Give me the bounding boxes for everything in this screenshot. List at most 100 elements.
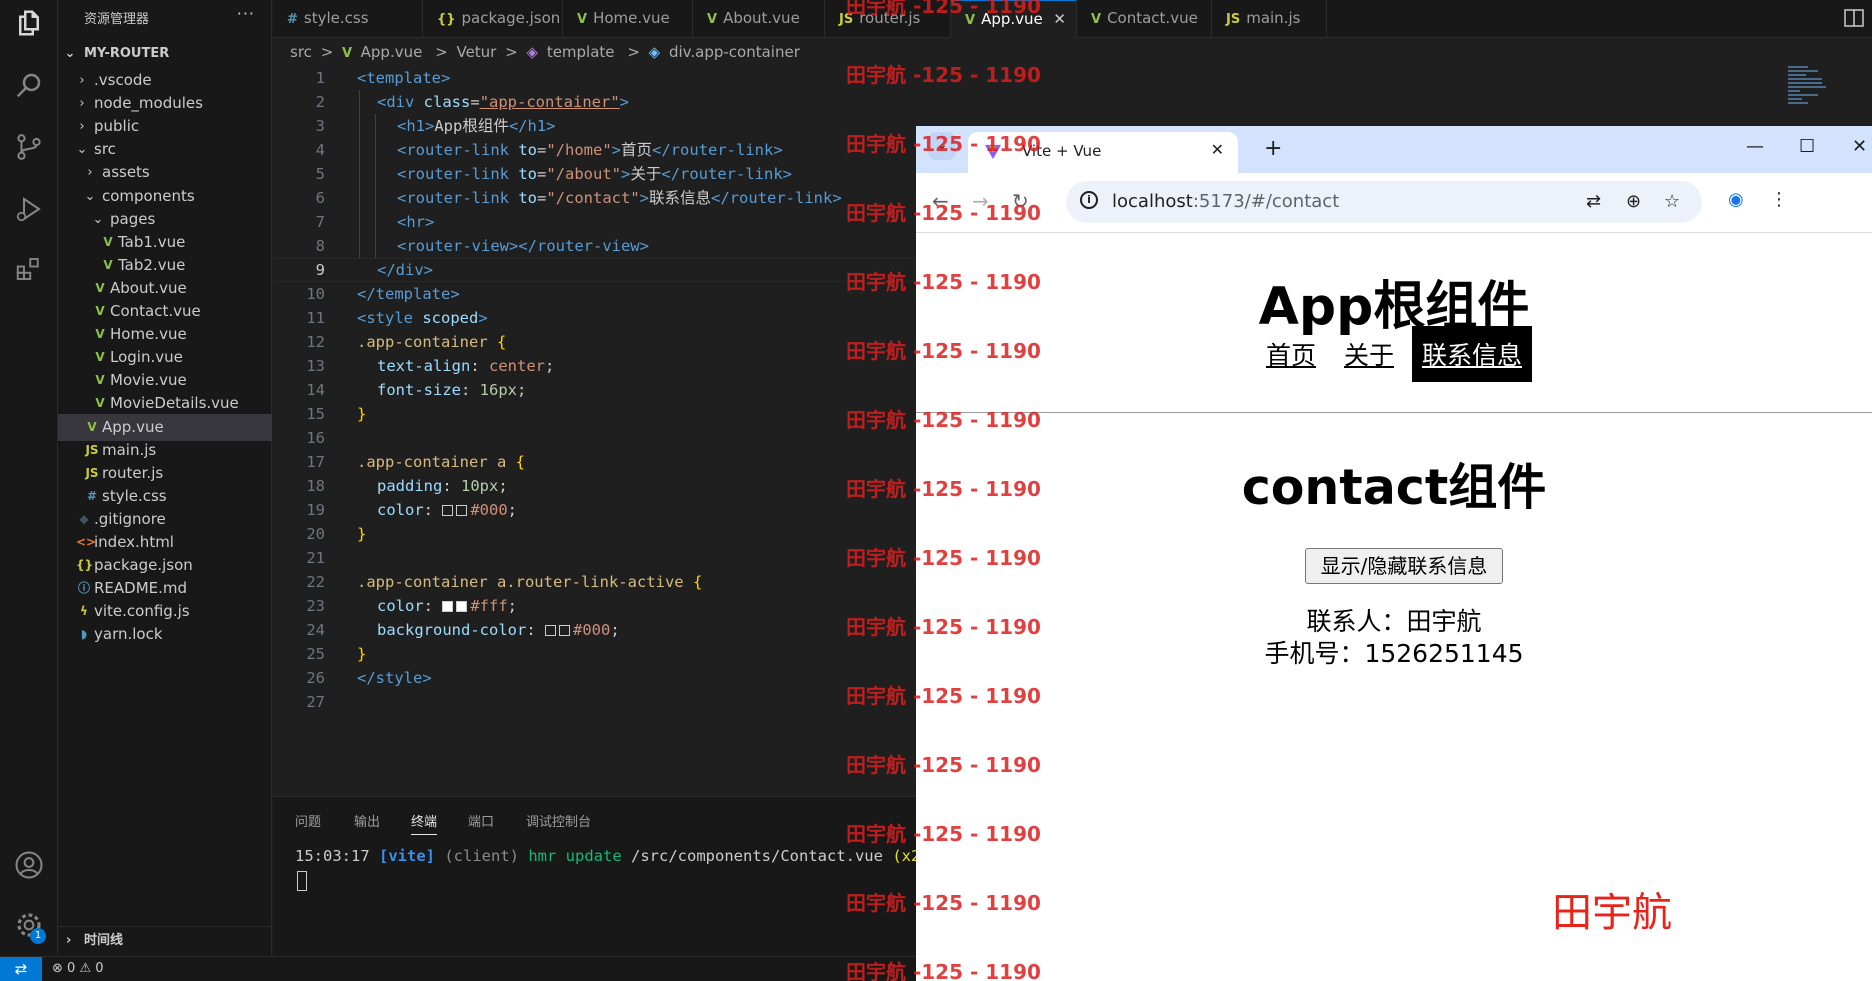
- divider: [916, 412, 1872, 413]
- nav-link-home[interactable]: 首页: [1256, 326, 1326, 382]
- menu-icon[interactable]: ⋮: [1770, 189, 1788, 210]
- tab-output[interactable]: 输出: [354, 811, 380, 830]
- remote-indicator[interactable]: ⇄: [0, 957, 42, 981]
- file-type-icon: #: [287, 12, 298, 27]
- close-tab-icon[interactable]: ✕: [1053, 1, 1066, 38]
- code-line-3: <h1>App根组件</h1>: [397, 117, 556, 135]
- code-line-18: padding: 10px;: [377, 477, 508, 495]
- source-control-icon[interactable]: [14, 132, 44, 162]
- editor-tab-label: Home.vue: [593, 9, 670, 27]
- maximize-icon[interactable]: ☐: [1799, 136, 1815, 157]
- breadcrumb-src[interactable]: src: [290, 43, 312, 61]
- project-root[interactable]: ⌄ MY-ROUTER: [58, 40, 272, 67]
- watermark-text: 田宇航 -125 - 1190: [846, 477, 1041, 501]
- code-line-6: <router-link to="/contact">联系信息</router-…: [397, 189, 842, 207]
- extensions-icon[interactable]: [14, 254, 44, 284]
- tab-problems[interactable]: 问题: [295, 811, 321, 830]
- code-editor[interactable]: 1 2 3 4 5 6 7 8 9 10 11 12 13 14 15 16 17 18 19 20 21 22 23 24 2…: [273, 66, 916, 796]
- minimize-icon[interactable]: —: [1746, 136, 1764, 157]
- search-icon[interactable]: [14, 70, 44, 100]
- line-number: 21: [306, 549, 325, 567]
- breadcrumb-file[interactable]: V App.vue: [342, 43, 426, 61]
- code-line-11: <style scoped>: [357, 309, 488, 327]
- nav-link-about[interactable]: 关于: [1334, 326, 1404, 382]
- line-number: 9: [315, 261, 325, 279]
- line-number: 25: [306, 645, 325, 663]
- tab-debug-console[interactable]: 调试控制台: [526, 811, 591, 830]
- watermark-text: 田宇航 -125 - 1190: [846, 0, 1041, 18]
- address-bar[interactable]: i localhost:5173/#/contact ⇄ ⊕ ☆: [1066, 181, 1702, 223]
- watermark-text: 田宇航 -125 - 1190: [846, 339, 1041, 363]
- file-type-icon: V: [707, 12, 718, 27]
- close-window-icon[interactable]: ✕: [1852, 136, 1867, 157]
- watermark-text: 田宇航 -125 - 1190: [846, 546, 1041, 570]
- watermark-text: 田宇航 -125 - 1190: [846, 960, 1041, 981]
- current-line-highlight: [273, 258, 916, 282]
- color-swatch[interactable]: [544, 625, 556, 636]
- editor-tab[interactable]: JS main.js: [1212, 0, 1327, 38]
- site-info-icon[interactable]: i: [1080, 191, 1098, 209]
- editor-tab[interactable]: V About.vue: [693, 0, 825, 38]
- editor-tab[interactable]: {} package.json: [423, 0, 563, 38]
- tab-ports[interactable]: 端口: [468, 811, 494, 830]
- color-swatch[interactable]: [442, 505, 454, 516]
- watermark-text: 田宇航 -125 - 1190: [846, 822, 1041, 846]
- explorer-icon[interactable]: [14, 8, 44, 38]
- breadcrumb-template[interactable]: ◈ template: [527, 43, 619, 61]
- nav-link-contact[interactable]: 联系信息: [1411, 326, 1532, 382]
- line-number: 20: [306, 525, 325, 543]
- terminal-panel: 问题 输出 终端 端口 调试控制台 15:03:17 [vite] (clien…: [273, 796, 930, 956]
- line-number: 22: [306, 573, 325, 591]
- editor-tab[interactable]: # style.css: [273, 0, 423, 38]
- problems-status[interactable]: ⊗ 0 ⚠ 0: [52, 957, 104, 981]
- router-nav: 首页 关于 联系信息: [916, 326, 1872, 382]
- tab-terminal[interactable]: 终端: [411, 811, 438, 835]
- watermark-text: 田宇航 -125 - 1190: [846, 408, 1041, 432]
- breadcrumb-vetur[interactable]: Vetur: [456, 43, 496, 61]
- code-line-23: color: #fff;: [377, 597, 518, 615]
- run-debug-icon[interactable]: [14, 194, 44, 224]
- status-bar: ⇄ ⊗ 0 ⚠ 0: [0, 956, 916, 981]
- minimap[interactable]: [1788, 66, 1848, 126]
- toggle-contact-button[interactable]: 显示/隐藏联系信息: [1305, 548, 1503, 584]
- watermark-text: 田宇航 -125 - 1190: [846, 684, 1041, 708]
- code-line-1: <template>: [357, 69, 451, 87]
- code-line-4: <router-link to="/home">首页</router-link>: [397, 141, 783, 159]
- breadcrumb-element[interactable]: ◈ div.app-container: [649, 43, 804, 61]
- line-number: 14: [306, 381, 325, 399]
- activity-bar: 1: [0, 0, 58, 981]
- line-number: 24: [306, 621, 325, 639]
- more-actions-icon[interactable]: ···: [237, 4, 255, 23]
- url-text: localhost:5173/#/contact: [1112, 191, 1340, 212]
- close-tab-icon[interactable]: ✕: [1211, 140, 1224, 159]
- editor-tab[interactable]: V Home.vue: [563, 0, 693, 38]
- editor-tab-label: Contact.vue: [1107, 9, 1198, 27]
- zoom-icon[interactable]: ⊕: [1626, 191, 1641, 212]
- error-icon: ⊗: [52, 961, 63, 976]
- file-type-icon: {}: [437, 12, 456, 27]
- line-number: 12: [306, 333, 325, 351]
- code-line-24: background-color: #000;: [377, 621, 620, 639]
- line-number: 3: [315, 117, 325, 135]
- contact-name: 联系人：田宇航: [1306, 607, 1482, 636]
- component-heading: contact组件: [1241, 459, 1547, 516]
- color-swatch[interactable]: [442, 601, 454, 612]
- timeline-label: 时间线: [84, 933, 124, 948]
- code-line-8: <router-view></router-view>: [397, 237, 649, 255]
- settings-badge: 1: [30, 928, 46, 944]
- terminal-output[interactable]: 15:03:17 [vite] (client) hmr update /src…: [295, 847, 930, 865]
- editor-tab[interactable]: V Contact.vue: [1077, 0, 1212, 38]
- profile-icon[interactable]: ◉: [1728, 189, 1744, 210]
- new-tab-icon[interactable]: +: [1264, 136, 1282, 161]
- file-type-icon: V: [1091, 12, 1102, 27]
- split-editor-icon[interactable]: [1842, 6, 1866, 30]
- translate-icon[interactable]: ⇄: [1586, 191, 1601, 212]
- tree-item[interactable]: ◗ yarn.lock: [58, 621, 272, 648]
- explorer-title: 资源管理器: [84, 12, 150, 27]
- signature-text: 田宇航: [1552, 890, 1672, 936]
- bookmark-star-icon[interactable]: ☆: [1664, 191, 1680, 212]
- timeline-section[interactable]: › 时间线: [58, 926, 272, 954]
- account-icon[interactable]: [14, 850, 44, 880]
- code-line-7: <hr>: [397, 213, 435, 231]
- watermark-text: 田宇航 -125 - 1190: [846, 132, 1041, 156]
